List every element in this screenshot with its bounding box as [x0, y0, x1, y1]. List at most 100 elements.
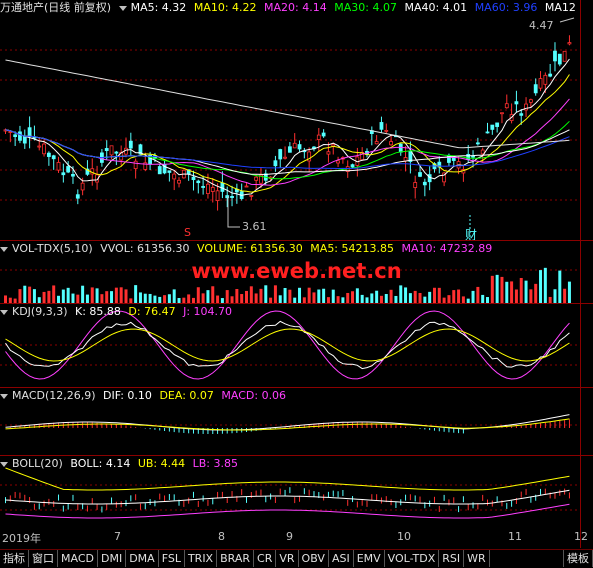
candle-body [177, 179, 181, 184]
candle-body [490, 124, 495, 130]
tab-trix[interactable]: TRIX [185, 550, 218, 567]
date-tick: 12 [574, 530, 588, 543]
volume-bar [360, 294, 364, 303]
candle-body [172, 173, 177, 180]
date-tick: 9 [286, 530, 293, 543]
candle-body [316, 134, 321, 140]
candle-body [249, 195, 254, 197]
vvol-value: VVOL: 61356.30 [100, 242, 190, 255]
tab-window[interactable]: 窗口 [29, 550, 58, 567]
volume-bar [153, 295, 157, 303]
candle-body [519, 113, 524, 116]
volume-bar [172, 289, 176, 303]
date-tick: 8 [218, 530, 225, 543]
vol-indicator-name: VOL-TDX(5,10) [12, 242, 93, 255]
volume-bar [4, 295, 7, 303]
event-marker-s[interactable]: S [184, 226, 191, 239]
volume-bar [331, 289, 335, 303]
dropdown-triangle-icon[interactable] [0, 461, 8, 467]
volume-bar [432, 287, 436, 303]
candle-body [485, 131, 490, 134]
ma60-line [5, 129, 570, 170]
candle-body [500, 112, 504, 115]
volume-bar [119, 287, 123, 303]
volume-bar [18, 289, 22, 303]
panel-divider [0, 303, 593, 304]
macd-histogram [5, 414, 570, 434]
volume-bar [312, 292, 316, 303]
candle-body [56, 162, 61, 171]
candle-body [80, 182, 85, 191]
tab-fsl[interactable]: FSL [159, 550, 185, 567]
tab-template[interactable]: 模板 [563, 550, 593, 567]
tab-macd[interactable]: MACD [58, 550, 98, 567]
tab-dmi[interactable]: DMI [98, 550, 127, 567]
volume-bar [167, 294, 171, 303]
volume-bar [206, 290, 210, 303]
candle-body [543, 74, 548, 85]
macd-dea-value: DEA: 0.07 [159, 389, 214, 402]
candle-body [66, 166, 71, 173]
volume-bar [100, 294, 104, 303]
volume-bar [95, 288, 99, 303]
candle-body [504, 103, 509, 109]
tab-cr[interactable]: CR [254, 550, 277, 567]
candle-body [27, 127, 32, 138]
candle-body [336, 160, 340, 164]
tab-vr[interactable]: VR [276, 550, 299, 567]
candle-body [104, 148, 109, 151]
dropdown-triangle-icon[interactable] [0, 309, 8, 315]
date-tick: 10 [397, 530, 411, 543]
candle-body [528, 99, 533, 103]
watermark: www.eweb.net.cn [191, 259, 402, 283]
candle-body [196, 180, 201, 184]
tab-dma[interactable]: DMA [126, 550, 159, 567]
candle-body [75, 194, 80, 199]
candle-body [495, 122, 500, 127]
volume-bar [346, 292, 350, 303]
dropdown-triangle-icon[interactable] [0, 393, 8, 399]
candle-body [331, 143, 336, 147]
boll-mid-value: BOLL: 4.14 [70, 457, 131, 470]
tab-obv[interactable]: OBV [299, 550, 329, 567]
volume-bar [143, 293, 147, 303]
volume-bar [567, 281, 571, 303]
candle-body [109, 145, 114, 156]
volume-bar [134, 285, 138, 303]
dropdown-triangle-icon[interactable] [0, 246, 8, 252]
candle-body [514, 101, 519, 105]
volume-bar [428, 291, 432, 303]
candle-body [206, 183, 210, 194]
candle-body [114, 151, 119, 154]
volume-bar [288, 289, 292, 303]
panel-divider [0, 387, 593, 388]
candle-body [533, 84, 538, 94]
candle-body [287, 146, 292, 153]
volume-bar [230, 296, 234, 303]
candle-body [46, 152, 51, 157]
volume-header: VOL-TDX(5,10) VVOL: 61356.30 VOLUME: 613… [0, 242, 496, 256]
volume-bar [114, 287, 118, 303]
volume-bar [71, 293, 75, 303]
ma120-line [5, 59, 570, 149]
volume-bar [124, 289, 128, 303]
tab-emv[interactable]: EMV [354, 550, 385, 567]
candle-body [553, 50, 557, 62]
tab-asi[interactable]: ASI [329, 550, 354, 567]
tab-wr[interactable]: WR [464, 550, 490, 567]
volume-bar [384, 294, 388, 303]
boll-indicator-name: BOLL(20) [12, 457, 63, 470]
tab-indicator[interactable]: 指标 [0, 550, 29, 567]
tab-brar[interactable]: BRAR [217, 550, 255, 567]
candle-body [128, 140, 133, 149]
tab-rsi[interactable]: RSI [439, 550, 465, 567]
boll-mid-line [5, 489, 570, 505]
candlestick-series [3, 35, 572, 211]
volume-bar [148, 293, 152, 303]
volume-bar [201, 293, 205, 303]
volume-bar [216, 295, 220, 303]
boll-header: BOLL(20) BOLL: 4.14 UB: 4.44 LB: 3.85 [0, 457, 242, 471]
volume-bar [61, 289, 65, 303]
volume-bar [273, 285, 277, 303]
tab-vol-tdx[interactable]: VOL-TDX [385, 550, 440, 567]
